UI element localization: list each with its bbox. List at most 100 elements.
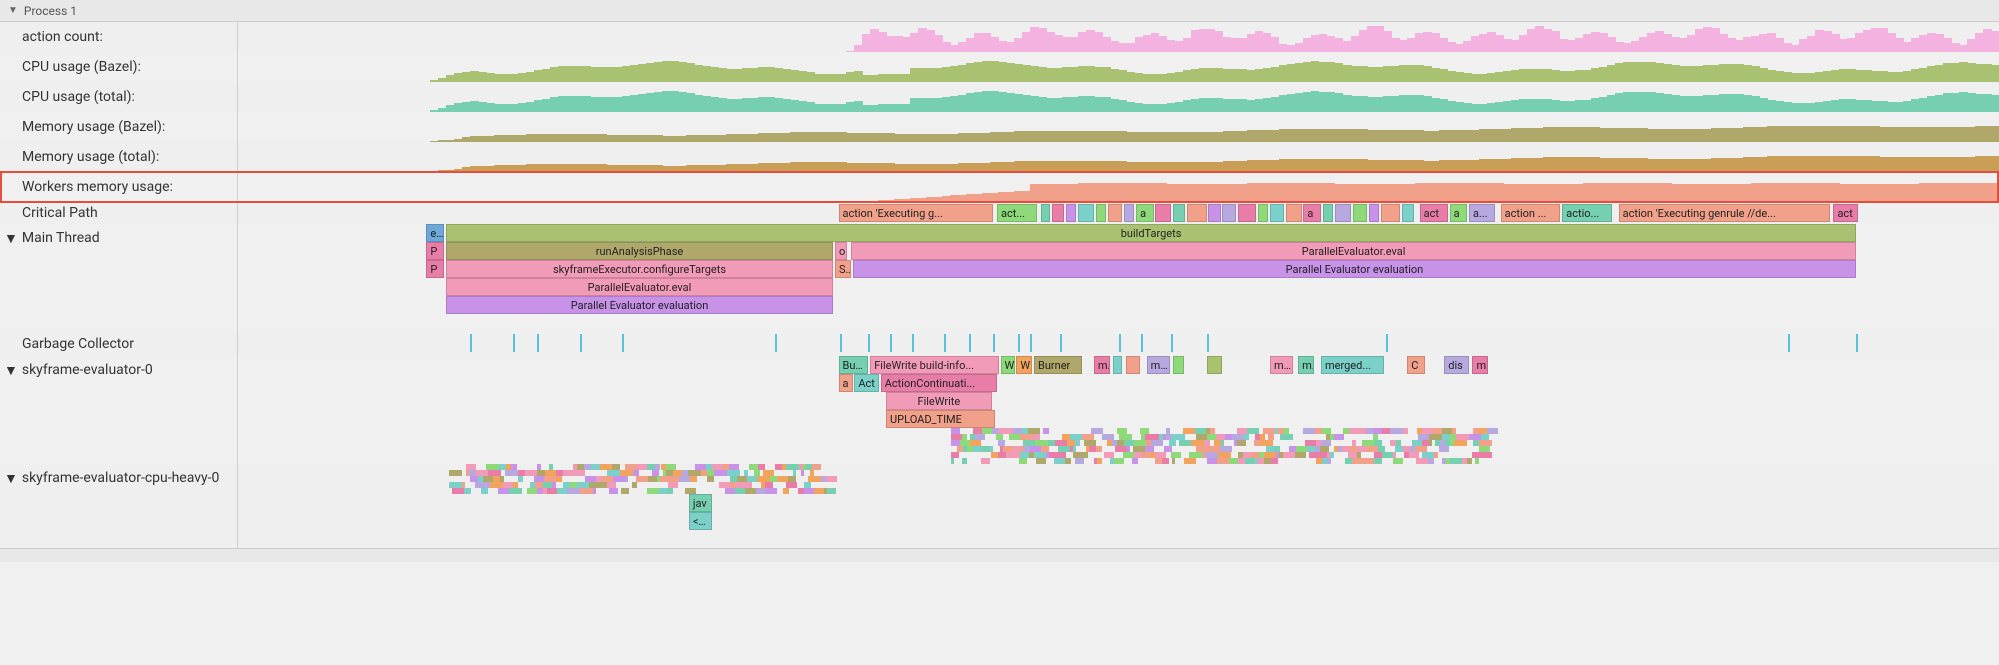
trace-slice[interactable]: Bui... bbox=[839, 356, 869, 374]
trace-slice[interactable] bbox=[1335, 204, 1351, 222]
trace-slice[interactable]: W bbox=[1001, 356, 1015, 374]
track-mem-total[interactable]: Memory usage (total): bbox=[0, 142, 1999, 172]
trace-slice[interactable]: St bbox=[835, 260, 851, 278]
gc-event[interactable] bbox=[890, 334, 892, 352]
gc-event[interactable] bbox=[969, 334, 971, 352]
trace-slice[interactable]: ParallelEvaluator.eval bbox=[851, 242, 1857, 260]
trace-slice[interactable] bbox=[1238, 204, 1256, 222]
trace-slice[interactable]: act bbox=[1420, 204, 1448, 222]
trace-slice[interactable]: ParallelEvaluator.eval bbox=[446, 278, 833, 296]
gc-event[interactable] bbox=[868, 334, 870, 352]
trace-slice[interactable]: o bbox=[835, 242, 847, 260]
trace-slice[interactable]: Burner bbox=[1034, 356, 1082, 374]
trace-slice[interactable]: m bbox=[1094, 356, 1110, 374]
trace-slice[interactable]: merged... bbox=[1321, 356, 1384, 374]
trace-slice[interactable] bbox=[1369, 204, 1380, 222]
trace-slice[interactable]: C bbox=[1407, 356, 1425, 374]
trace-slice[interactable] bbox=[1173, 356, 1184, 374]
trace-slice[interactable] bbox=[1052, 204, 1064, 222]
gc-event[interactable] bbox=[537, 334, 539, 352]
trace-slice[interactable] bbox=[1078, 204, 1094, 222]
track-cpu-total[interactable]: CPU usage (total): bbox=[0, 82, 1999, 112]
trace-slice[interactable]: act bbox=[1833, 204, 1858, 222]
trace-slice[interactable]: W bbox=[1016, 356, 1032, 374]
trace-slice[interactable]: m bbox=[1298, 356, 1314, 374]
gc-event[interactable] bbox=[622, 334, 624, 352]
trace-slice[interactable]: actio... bbox=[1562, 204, 1611, 222]
trace-slice[interactable]: dis bbox=[1444, 356, 1469, 374]
trace-slice[interactable]: ActionContinuati... bbox=[881, 374, 997, 392]
trace-slice[interactable]: P bbox=[426, 260, 444, 278]
gc-event[interactable] bbox=[1171, 334, 1173, 352]
trace-slice[interactable]: P bbox=[426, 242, 444, 260]
process-header[interactable]: ▼ Process 1 bbox=[0, 0, 1999, 22]
trace-slice[interactable] bbox=[1222, 204, 1236, 222]
gc-event[interactable] bbox=[1386, 334, 1388, 352]
trace-slice[interactable] bbox=[1353, 204, 1367, 222]
track-gc[interactable]: Garbage Collector bbox=[0, 332, 1999, 356]
trace-slice[interactable]: m bbox=[1472, 356, 1488, 374]
trace-slice[interactable]: me bbox=[1270, 356, 1293, 374]
trace-slice[interactable]: me bbox=[1147, 356, 1170, 374]
trace-slice[interactable]: skyframeExecutor.configureTargets bbox=[446, 260, 833, 278]
track-skyframe-cpu[interactable]: ▼ skyframe-evaluator-cpu-heavy-0 jav <to bbox=[0, 464, 1999, 548]
trace-slice[interactable]: runAnalysisPhase bbox=[446, 242, 833, 260]
gc-event[interactable] bbox=[513, 334, 515, 352]
trace-slice[interactable]: act... bbox=[997, 204, 1038, 222]
gc-event[interactable] bbox=[775, 334, 777, 352]
track-workers-mem[interactable]: Workers memory usage: bbox=[0, 172, 1999, 202]
trace-slice[interactable] bbox=[1286, 204, 1302, 222]
track-mem-bazel[interactable]: Memory usage (Bazel): bbox=[0, 112, 1999, 142]
gc-event[interactable] bbox=[470, 334, 472, 352]
trace-slice[interactable] bbox=[1270, 204, 1284, 222]
gc-event[interactable] bbox=[944, 334, 946, 352]
trace-slice[interactable]: buildTargets bbox=[446, 224, 1857, 242]
trace-slice[interactable] bbox=[1108, 204, 1122, 222]
trace-slice[interactable] bbox=[1381, 204, 1400, 222]
track-label[interactable]: ▼ Main Thread bbox=[0, 224, 238, 332]
trace-slice[interactable] bbox=[1187, 204, 1206, 222]
trace-slice[interactable]: a bbox=[1303, 204, 1321, 222]
gc-event[interactable] bbox=[580, 334, 582, 352]
trace-slice[interactable] bbox=[1258, 204, 1269, 222]
trace-slice[interactable]: FileWrite bbox=[886, 392, 992, 410]
trace-slice[interactable]: a bbox=[839, 374, 853, 392]
trace-slice[interactable] bbox=[1208, 204, 1220, 222]
trace-slice[interactable]: a bbox=[1136, 204, 1154, 222]
trace-slice[interactable]: ev bbox=[426, 224, 444, 242]
gc-event[interactable] bbox=[840, 334, 842, 352]
gc-event[interactable] bbox=[912, 334, 914, 352]
track-skyframe0[interactable]: ▼ skyframe-evaluator-0 Bui...FileWrite b… bbox=[0, 356, 1999, 464]
trace-slice[interactable]: action ... bbox=[1501, 204, 1561, 222]
trace-slice[interactable] bbox=[1323, 204, 1334, 222]
gc-event[interactable] bbox=[1060, 334, 1062, 352]
trace-slice[interactable] bbox=[1402, 204, 1414, 222]
track-action-count[interactable]: action count: bbox=[0, 22, 1999, 52]
trace-slice[interactable] bbox=[1113, 356, 1122, 374]
trace-slice[interactable]: Act bbox=[854, 374, 879, 392]
track-label[interactable]: ▼ skyframe-evaluator-cpu-heavy-0 bbox=[0, 464, 238, 548]
gc-event[interactable] bbox=[1018, 334, 1020, 352]
trace-slice[interactable] bbox=[1124, 204, 1135, 222]
track-label[interactable]: ▼ skyframe-evaluator-0 bbox=[0, 356, 238, 464]
trace-slice[interactable] bbox=[1041, 204, 1050, 222]
gc-event[interactable] bbox=[993, 334, 995, 352]
trace-slice[interactable] bbox=[1096, 204, 1107, 222]
trace-slice[interactable]: a... bbox=[1469, 204, 1495, 222]
trace-slice[interactable]: a bbox=[1450, 204, 1468, 222]
trace-slice[interactable]: <to bbox=[689, 512, 712, 530]
trace-slice[interactable] bbox=[1066, 204, 1077, 222]
trace-slice[interactable]: action 'Executing g... bbox=[839, 204, 994, 222]
trace-slice[interactable]: Parallel Evaluator evaluation bbox=[853, 260, 1857, 278]
gc-event[interactable] bbox=[1030, 334, 1032, 352]
track-cpu-bazel[interactable]: CPU usage (Bazel): bbox=[0, 52, 1999, 82]
gc-event[interactable] bbox=[1119, 334, 1121, 352]
gc-event[interactable] bbox=[1141, 334, 1143, 352]
trace-slice[interactable] bbox=[1126, 356, 1140, 374]
gc-event[interactable] bbox=[1788, 334, 1790, 352]
trace-slice[interactable]: FileWrite build-info... bbox=[870, 356, 999, 374]
horizontal-scrollbar[interactable] bbox=[0, 548, 1999, 562]
trace-slice[interactable] bbox=[1155, 204, 1171, 222]
gc-event[interactable] bbox=[1856, 334, 1858, 352]
gc-event[interactable] bbox=[1207, 334, 1209, 352]
